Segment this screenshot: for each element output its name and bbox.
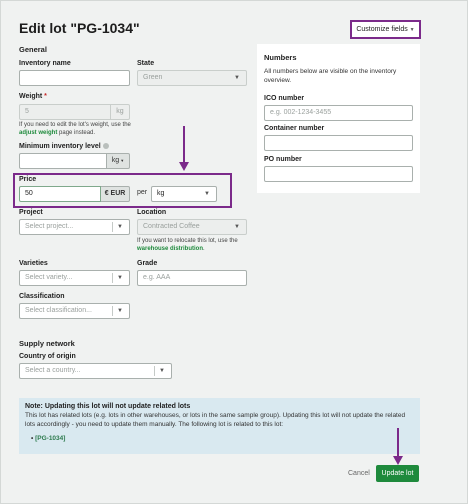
customize-fields-button[interactable]: Customize fields ▼ <box>350 20 421 39</box>
update-lot-button[interactable]: Update lot <box>376 465 419 482</box>
price-unit-select[interactable]: kg ▼ <box>151 186 217 202</box>
adjust-weight-link[interactable]: adjust weight <box>19 130 57 136</box>
project-label: Project <box>19 209 43 216</box>
price-unit-value: kg <box>157 190 165 197</box>
state-label: State <box>137 60 155 67</box>
cancel-button[interactable]: Cancel <box>348 465 370 482</box>
location-value: Contracted Coffee <box>143 223 200 230</box>
grade-label: Grade <box>137 260 158 267</box>
country-placeholder: Select a country... <box>25 367 81 374</box>
country-select[interactable]: Select a country... ▼ <box>19 363 172 379</box>
price-currency: € EUR <box>101 186 130 202</box>
grade-input[interactable]: e.g. AAA <box>137 270 247 286</box>
arrow-down-icon <box>179 126 189 171</box>
state-select[interactable]: Green ▼ <box>137 70 247 86</box>
grade-placeholder: e.g. AAA <box>143 274 171 281</box>
weight-input: 5 <box>19 104 111 120</box>
min-inventory-label-text: Minimum inventory level <box>19 143 101 150</box>
varieties-label: Varieties <box>19 260 48 267</box>
weight-help-suffix: page instead. <box>59 130 96 136</box>
caret-down-icon: ▼ <box>409 27 415 33</box>
select-separator <box>112 306 113 316</box>
min-inventory-unit-select[interactable]: kg ▼ <box>107 153 130 169</box>
state-value: Green <box>143 74 163 81</box>
select-separator <box>112 273 113 283</box>
weight-help: If you need to edit the lot's weight, us… <box>19 121 131 137</box>
location-label: Location <box>137 209 167 216</box>
price-input[interactable]: 50 <box>19 186 101 202</box>
ico-number-label: ICO number <box>264 95 305 102</box>
related-lot-item: • [PG-1034] <box>31 435 66 442</box>
note-title: Note: Updating this lot will not update … <box>25 403 191 410</box>
note-body: This lot has related lots (e.g. lots in … <box>25 412 406 428</box>
info-icon <box>102 143 109 150</box>
location-help-suffix: . <box>203 246 205 252</box>
varieties-select[interactable]: Select variety... ▼ <box>19 270 130 286</box>
numbers-description: All numbers below are visible on the inv… <box>264 68 397 84</box>
location-help: If you want to relocate this lot, use th… <box>137 237 252 253</box>
min-inventory-input[interactable] <box>19 153 107 169</box>
inventory-name-label: Inventory name <box>19 60 71 67</box>
weight-help-prefix: If you need to edit the lot's weight, us… <box>19 122 131 128</box>
numbers-heading: Numbers <box>264 53 297 62</box>
classification-placeholder: Select classification... <box>25 307 92 314</box>
classification-select[interactable]: Select classification... ▼ <box>19 303 130 319</box>
warehouse-distribution-link[interactable]: warehouse distribution <box>137 246 203 252</box>
chevron-down-icon: ▼ <box>117 224 123 230</box>
select-separator <box>154 366 155 376</box>
varieties-placeholder: Select variety... <box>25 274 73 281</box>
weight-label-text: Weight <box>19 93 43 100</box>
supply-network-heading: Supply network <box>19 339 75 348</box>
country-label: Country of origin <box>19 353 76 360</box>
price-label: Price <box>19 176 37 183</box>
page-title: Edit lot "PG-1034" <box>19 20 140 36</box>
location-help-prefix: If you want to relocate this lot, use th… <box>137 238 238 244</box>
required-mark: * <box>44 93 47 100</box>
weight-label: Weight * <box>19 93 47 100</box>
chevron-down-icon: ▼ <box>117 308 123 314</box>
project-select[interactable]: Select project... ▼ <box>19 219 130 235</box>
weight-unit: kg <box>111 104 130 120</box>
inventory-name-input[interactable] <box>19 70 130 86</box>
po-number-label: PO number <box>264 156 302 163</box>
general-heading: General <box>19 45 47 54</box>
per-label: per <box>137 189 148 196</box>
container-number-input[interactable] <box>264 135 413 151</box>
related-lot-link[interactable]: [PG-1034] <box>35 435 65 442</box>
caret-down-icon: ▼ <box>119 158 125 163</box>
po-number-input[interactable] <box>264 166 413 182</box>
location-select: Contracted Coffee ▼ <box>137 219 247 235</box>
chevron-down-icon: ▼ <box>234 75 240 81</box>
classification-label: Classification <box>19 293 65 300</box>
container-number-label: Container number <box>264 125 325 132</box>
arrow-down-icon <box>393 428 403 465</box>
customize-fields-label: Customize fields <box>356 26 408 33</box>
select-separator <box>112 222 113 232</box>
chevron-down-icon: ▼ <box>117 275 123 281</box>
project-placeholder: Select project... <box>25 223 74 230</box>
chevron-down-icon: ▼ <box>159 368 165 374</box>
related-lots-note: Note: Updating this lot will not update … <box>19 398 420 454</box>
ico-number-input[interactable]: e.g. 002-1234-3455 <box>264 105 413 121</box>
chevron-down-icon: ▼ <box>204 191 210 197</box>
min-inventory-label: Minimum inventory level <box>19 143 109 150</box>
chevron-down-icon: ▼ <box>234 224 240 230</box>
ico-number-placeholder: e.g. 002-1234-3455 <box>270 109 332 116</box>
